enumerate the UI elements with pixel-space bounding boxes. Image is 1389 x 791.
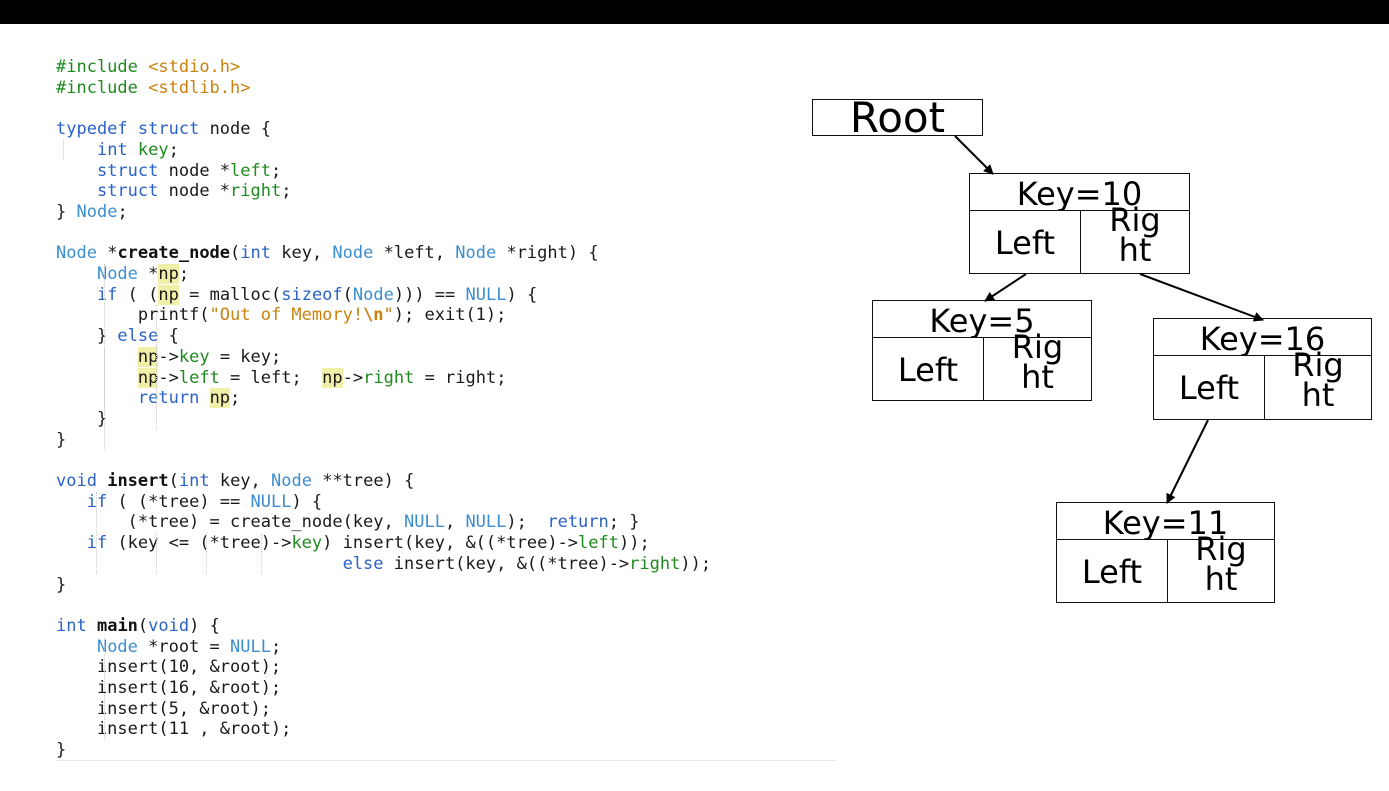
code-line: } Node; <box>56 201 128 222</box>
indent-guide <box>156 346 157 430</box>
code-line: #include <stdio.h> <box>56 57 241 77</box>
top-bar <box>0 0 1389 24</box>
code-line: } <box>56 574 67 595</box>
code-line: #include <stdlib.h> <box>56 77 251 98</box>
code-line: struct node *right; <box>96 181 292 202</box>
code-line: return np; <box>137 388 241 409</box>
node-right: Rig ht <box>983 331 1092 401</box>
root-pointer-box: Root <box>812 97 983 139</box>
code-line: struct node *left; <box>96 160 282 181</box>
code-line: insert(16, &root); <box>56 678 282 698</box>
node-right: Rig ht <box>1167 533 1275 603</box>
code-line: insert(5, &root); <box>56 698 271 719</box>
code-line: int main(void) { <box>56 615 220 636</box>
code-line: } <box>56 408 108 429</box>
root-label: Root <box>849 93 946 142</box>
code-line: Node *create_node(int key, Node *left, N… <box>56 243 599 264</box>
indent-guide <box>63 139 64 161</box>
code-line: np->left = left; np->right = right; <box>137 367 507 388</box>
indent-guide <box>206 533 207 575</box>
node-left: Left <box>1056 539 1168 603</box>
code-line: int key; <box>96 139 179 160</box>
code-line: else insert(key, &((*tree)->right)); <box>342 553 712 574</box>
node-right: Rig ht <box>1264 349 1372 420</box>
code-line: } <box>56 740 67 761</box>
10-to-16-arrow <box>1139 273 1264 322</box>
code-line: if (key <= (*tree)->key) insert(key, &((… <box>86 533 650 554</box>
code-listing: #include <stdio.h> #include <stdlib.h> typ… <box>56 57 836 761</box>
code-line: printf("Out of Memory!\n"); exit(1); <box>56 305 507 326</box>
code-line: void insert(int key, Node **tree) { <box>56 471 415 491</box>
indent-guide <box>96 491 97 575</box>
indent-guide <box>261 533 262 575</box>
indent-guide <box>104 636 105 741</box>
code-line: } <box>56 429 67 450</box>
code-line: if ( (np = malloc(sizeof(Node))) == NULL… <box>96 284 538 305</box>
indent-guide <box>156 533 157 575</box>
code-line: insert(10, &root); <box>56 657 282 678</box>
10-to-5-arrow <box>984 273 1027 302</box>
indent-guide <box>104 346 105 409</box>
node-left: Left <box>969 210 1081 274</box>
node-left: Left <box>1153 355 1265 420</box>
node-right: Rig ht <box>1080 204 1190 274</box>
16-to-11-arrow <box>1166 419 1209 504</box>
code-line: np->key = key; <box>137 346 282 367</box>
node-left: Left <box>872 337 984 401</box>
code-line: Node *root = NULL; <box>96 636 282 657</box>
code-line: typedef struct node { <box>56 119 271 140</box>
root-to-10-arrow <box>954 135 994 175</box>
code-line: Node *np; <box>96 264 190 284</box>
code-line: insert(11 , &root); <box>56 719 292 740</box>
code-line: (*tree) = create_node(key, NULL, NULL); … <box>56 512 640 533</box>
code-line: } else { <box>56 326 179 347</box>
indent-guide <box>156 305 157 347</box>
